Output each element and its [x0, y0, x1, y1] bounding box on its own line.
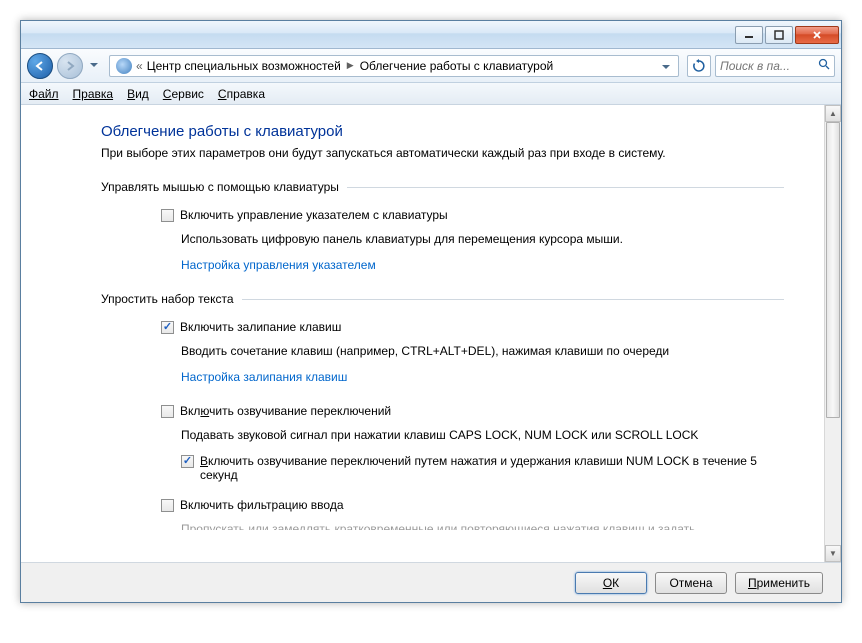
search-input[interactable]	[720, 59, 814, 73]
vertical-scrollbar[interactable]: ▲ ▼	[824, 105, 841, 562]
forward-button[interactable]	[57, 53, 83, 79]
label-mouse-keys[interactable]: Включить управление указателем с клавиат…	[180, 208, 448, 222]
scroll-up-button[interactable]: ▲	[825, 105, 841, 122]
option-mouse-keys: Включить управление указателем с клавиат…	[161, 208, 784, 222]
label-filter-keys[interactable]: Включить фильтрацию ввода	[180, 498, 344, 512]
content-area: Облегчение работы с клавиатурой При выбо…	[21, 105, 841, 562]
close-button[interactable]	[795, 26, 839, 44]
nav-toolbar: « Центр специальных возможностей ▶ Облег…	[21, 49, 841, 83]
address-dropdown-icon[interactable]	[656, 59, 676, 73]
button-bar: ОК Отмена Применить	[21, 562, 841, 602]
cancel-button[interactable]: Отмена	[655, 572, 727, 594]
nav-history-dropdown[interactable]	[87, 56, 101, 76]
option-toggle-keys: Включить озвучивание переключений	[161, 404, 784, 418]
scroll-down-button[interactable]: ▼	[825, 545, 841, 562]
search-icon	[818, 58, 830, 73]
control-panel-icon	[116, 58, 132, 74]
desc-filter-keys-partial: Пропускать или замедлять кратковременные…	[181, 522, 784, 530]
breadcrumb-parent[interactable]: Центр специальных возможностей	[147, 59, 341, 73]
checkbox-filter-keys[interactable]	[161, 499, 174, 512]
ok-button[interactable]: ОК	[575, 572, 647, 594]
desc-sticky-keys: Вводить сочетание клавиш (например, CTRL…	[181, 344, 784, 358]
page-description: При выборе этих параметров они будут зап…	[101, 146, 784, 160]
section-typing-heading: Упростить набор текста	[101, 292, 784, 306]
menubar: Файл Правка Вид Сервис Справка	[21, 83, 841, 105]
scroll-track[interactable]	[825, 122, 841, 545]
breadcrumb-separator-icon: ▶	[347, 60, 354, 71]
breadcrumb-current[interactable]: Облегчение работы с клавиатурой	[360, 59, 554, 73]
menu-file[interactable]: Файл	[29, 87, 59, 101]
option-filter-keys: Включить фильтрацию ввода	[161, 498, 784, 512]
desc-toggle-keys: Подавать звуковой сигнал при нажатии кла…	[181, 428, 784, 442]
option-sticky-keys: Включить залипание клавиш	[161, 320, 784, 334]
link-mouse-keys-settings[interactable]: Настройка управления указателем	[181, 258, 376, 272]
checkbox-sticky-keys[interactable]	[161, 321, 174, 334]
search-box[interactable]	[715, 55, 835, 77]
address-bar[interactable]: « Центр специальных возможностей ▶ Облег…	[109, 55, 679, 77]
content-scroll: Облегчение работы с клавиатурой При выбо…	[21, 105, 824, 562]
minimize-button[interactable]	[735, 26, 763, 44]
apply-button[interactable]: Применить	[735, 572, 823, 594]
label-toggle-keys[interactable]: Включить озвучивание переключений	[180, 404, 391, 418]
option-toggle-keys-numlock: Включить озвучивание переключений путем …	[181, 454, 784, 482]
menu-tools[interactable]: Сервис	[163, 87, 204, 101]
titlebar	[21, 21, 841, 49]
label-toggle-keys-numlock[interactable]: Включить озвучивание переключений путем …	[200, 454, 760, 482]
scroll-thumb[interactable]	[826, 122, 840, 418]
page-title: Облегчение работы с клавиатурой	[101, 123, 784, 140]
checkbox-toggle-keys-numlock[interactable]	[181, 455, 194, 468]
checkbox-toggle-keys[interactable]	[161, 405, 174, 418]
menu-help[interactable]: Справка	[218, 87, 265, 101]
maximize-button[interactable]	[765, 26, 793, 44]
link-sticky-keys-settings[interactable]: Настройка залипания клавиш	[181, 370, 347, 384]
desc-mouse-keys: Использовать цифровую панель клавиатуры …	[181, 232, 784, 246]
checkbox-mouse-keys[interactable]	[161, 209, 174, 222]
section-mouse-heading: Управлять мышью с помощью клавиатуры	[101, 180, 784, 194]
label-sticky-keys[interactable]: Включить залипание клавиш	[180, 320, 341, 334]
menu-view[interactable]: Вид	[127, 87, 149, 101]
refresh-button[interactable]	[687, 55, 711, 77]
back-button[interactable]	[27, 53, 53, 79]
window: « Центр специальных возможностей ▶ Облег…	[20, 20, 842, 603]
menu-edit[interactable]: Правка	[73, 87, 114, 101]
breadcrumb-chevron-icon: «	[136, 59, 143, 73]
